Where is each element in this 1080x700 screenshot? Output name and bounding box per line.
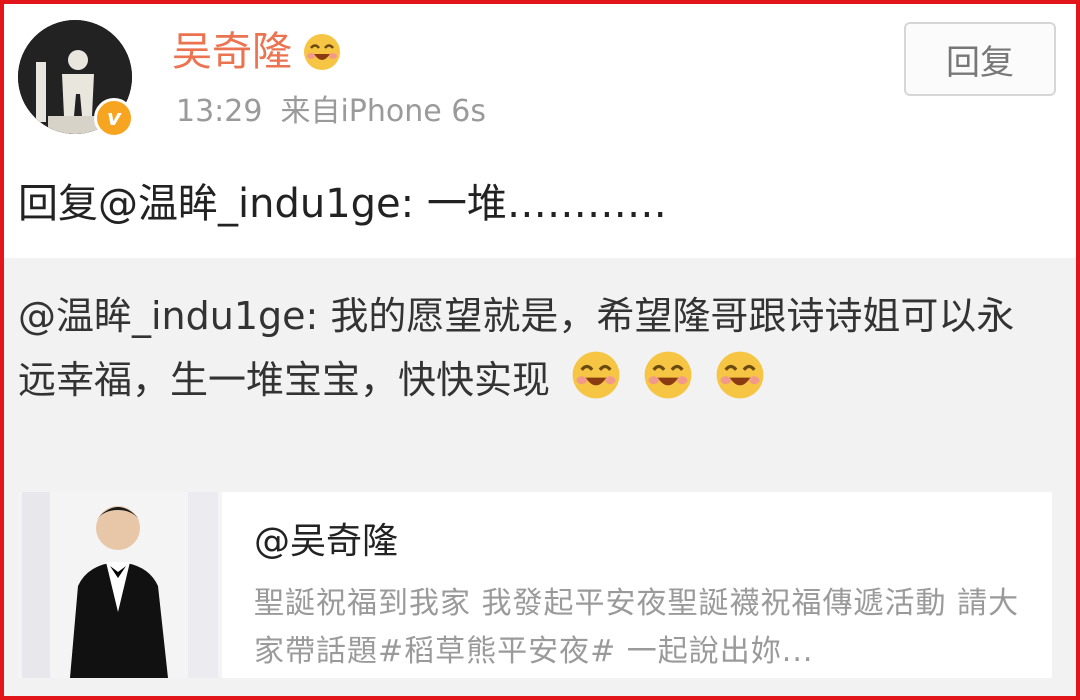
reply-text: 回复@温眸_indu1ge: 一堆…………	[18, 181, 667, 227]
happy-face-emoji-icon	[302, 32, 342, 72]
verified-badge-icon: v	[94, 98, 134, 138]
happy-face-emoji-icon	[570, 349, 622, 401]
happy-face-emoji-icon	[714, 349, 766, 401]
post-source[interactable]: 来自iPhone 6s	[280, 94, 486, 129]
quoted-text-block: @温眸_indu1ge: 我的愿望就是，希望隆哥跟诗诗姐可以永远幸福，生一堆宝宝…	[18, 284, 1052, 412]
quoted-text: @温眸_indu1ge: 我的愿望就是，希望隆哥跟诗诗姐可以永远幸福，生一堆宝宝…	[18, 294, 1015, 402]
reply-button[interactable]: 回复	[904, 22, 1056, 96]
post-meta: 13:29 来自iPhone 6s	[176, 92, 486, 132]
card-description: 聖誕祝福到我家 我發起平安夜聖誕襪祝福傳遞活動 請大家帶話題#稻草熊平安夜# 一…	[254, 586, 1020, 669]
happy-face-emoji-icon	[642, 349, 694, 401]
link-card[interactable]: @吴奇隆 聖誕祝福到我家 我發起平安夜聖誕襪祝福傳遞活動 請大家帶話題#稻草熊平…	[18, 492, 1052, 678]
card-thumbnail	[18, 492, 222, 678]
username-text[interactable]: 吴奇隆	[172, 28, 292, 76]
post-time: 13:29	[176, 94, 263, 129]
card-title[interactable]: @吴奇隆	[254, 520, 398, 564]
post-username[interactable]: 吴奇隆	[172, 28, 342, 76]
